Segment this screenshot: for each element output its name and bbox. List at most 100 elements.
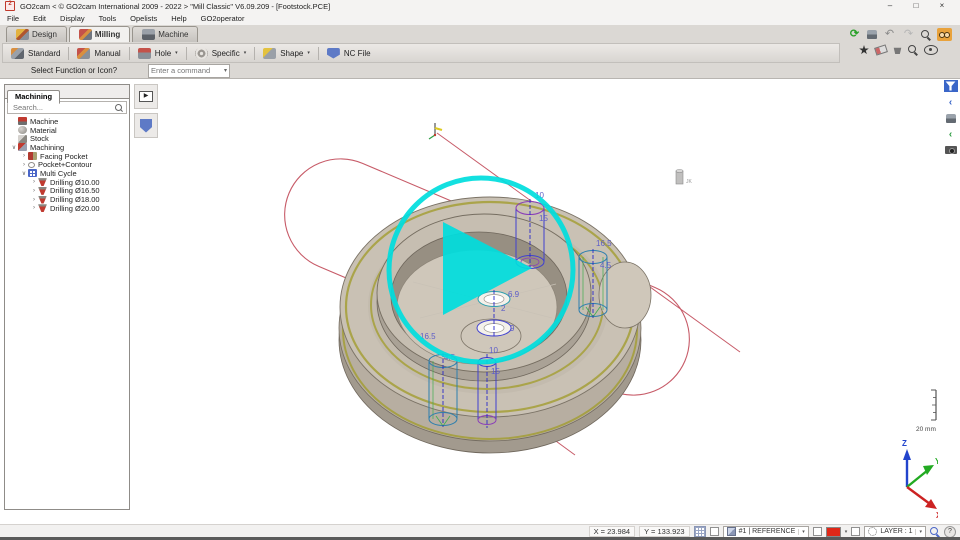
expand-arrow[interactable]: › xyxy=(30,205,38,211)
tree-label: Drilling Ø20.00 xyxy=(50,204,100,213)
color-dropdown-arrow[interactable]: ▾ xyxy=(845,529,848,535)
cutting-tool: JK xyxy=(676,170,693,186)
reference-dropdown-arrow[interactable]: ▾ xyxy=(798,529,805,535)
tree-item-machining[interactable]: ∨Machining xyxy=(5,143,129,152)
minimize-button[interactable]: – xyxy=(877,0,903,12)
dim-label: 4.5 xyxy=(600,261,612,270)
machining-icon xyxy=(18,143,27,151)
command-input[interactable] xyxy=(149,66,224,75)
expand-arrow[interactable]: › xyxy=(20,162,28,168)
expand-arrow[interactable]: › xyxy=(20,153,28,159)
color-swatch[interactable] xyxy=(826,527,841,537)
standard-button[interactable]: Standard xyxy=(3,45,68,61)
go2-glasses-icon[interactable] xyxy=(937,28,952,41)
color-checkbox[interactable] xyxy=(813,527,822,536)
menu-opelists[interactable]: Opelists xyxy=(129,14,158,23)
hole-button[interactable]: Hole ▾ xyxy=(130,45,186,61)
tree-item-pocket-contour[interactable]: › Pocket+Contour xyxy=(5,160,129,169)
zoom-window-icon[interactable] xyxy=(908,45,918,55)
pointer-tool-icon[interactable] xyxy=(867,30,877,39)
specific-dropdown-arrow[interactable]: ▾ xyxy=(244,50,247,56)
hand-tool-icon[interactable] xyxy=(946,114,956,123)
refresh-icon[interactable]: ⟳ xyxy=(848,28,861,41)
menu-bar: File Edit Display Tools Opelists Help GO… xyxy=(0,12,960,26)
tree-label: Pocket+Contour xyxy=(38,160,92,169)
status-bar: X = 23.984 Y = 133.923 #1 | REFERENCE ▾ … xyxy=(0,524,960,538)
nc-file-icon xyxy=(327,48,340,59)
grid-checkbox[interactable] xyxy=(710,527,719,536)
expand-arrow[interactable]: › xyxy=(30,179,38,185)
layer-checkbox[interactable] xyxy=(851,527,860,536)
tree-item-stock[interactable]: Stock xyxy=(5,134,129,143)
tab-design[interactable]: Design xyxy=(6,26,67,42)
tree-item-drilling-18[interactable]: › Drilling Ø18.00 xyxy=(5,195,129,204)
tree-label: Multi Cycle xyxy=(40,169,77,178)
help-button[interactable]: ? xyxy=(944,526,956,538)
dim-label: 10 xyxy=(489,346,498,355)
stock-icon xyxy=(18,135,27,143)
hide-elements-icon[interactable] xyxy=(859,45,869,55)
pocket-contour-icon xyxy=(28,162,35,168)
tree-item-machine[interactable]: Machine xyxy=(5,117,129,126)
hole-dropdown-arrow[interactable]: ▾ xyxy=(175,50,178,56)
zoom-icon[interactable] xyxy=(921,30,931,40)
collapse-blue-icon[interactable]: ‹ xyxy=(943,96,958,108)
tree-item-multi-cycle[interactable]: ∨ Multi Cycle xyxy=(5,169,129,178)
layer-dropdown-arrow[interactable]: ▾ xyxy=(915,529,922,535)
layer-value: LAYER : 1 xyxy=(880,528,912,535)
close-button[interactable]: × xyxy=(929,0,955,12)
manual-button[interactable]: Manual xyxy=(69,45,128,61)
machining-tree: Machine Material Stock ∨Machining › Facin… xyxy=(5,117,129,213)
menu-edit[interactable]: Edit xyxy=(32,14,47,23)
menu-tools[interactable]: Tools xyxy=(98,14,118,23)
machine-icon xyxy=(18,117,27,125)
command-dropdown-arrow[interactable]: ▾ xyxy=(224,67,229,74)
search-icon xyxy=(115,104,123,112)
specific-icon xyxy=(195,48,208,59)
command-combobox[interactable]: ▾ xyxy=(148,64,230,78)
tree-label: Drilling Ø10.00 xyxy=(50,178,100,187)
menu-go2operator[interactable]: GO2operator xyxy=(200,14,246,23)
tree-item-material[interactable]: Material xyxy=(5,126,129,135)
grid-icon[interactable] xyxy=(694,526,706,537)
paint-bucket-icon[interactable] xyxy=(893,46,902,54)
tab-machining-panel[interactable]: Machining xyxy=(7,90,60,104)
tree-label: Facing Pocket xyxy=(40,152,88,161)
maximize-button[interactable]: □ xyxy=(903,0,929,12)
menu-help[interactable]: Help xyxy=(170,14,187,23)
filter-icon[interactable] xyxy=(944,80,958,92)
reference-dropdown[interactable]: #1 | REFERENCE ▾ xyxy=(723,526,809,538)
eraser-icon[interactable] xyxy=(874,44,888,55)
tab-milling[interactable]: Milling xyxy=(69,26,130,42)
visibility-icon[interactable] xyxy=(924,45,938,55)
cursor-y-readout: Y = 133.923 xyxy=(639,526,690,537)
layer-dropdown[interactable]: LAYER : 1 ▾ xyxy=(864,526,926,538)
axis-x-label: X xyxy=(936,511,938,520)
menu-file[interactable]: File xyxy=(6,14,20,23)
tree-item-drilling-20[interactable]: › Drilling Ø20.00 xyxy=(5,204,129,213)
title-bar: 2 GO2cam < © GO2cam International 2009 -… xyxy=(0,0,960,12)
shape-dropdown-arrow[interactable]: ▾ xyxy=(307,50,310,56)
tree-item-facing-pocket[interactable]: › Facing Pocket xyxy=(5,152,129,161)
nc-file-button[interactable]: NC File xyxy=(319,45,379,61)
undo-icon[interactable]: ↶ xyxy=(883,28,896,41)
shape-button[interactable]: Shape ▾ xyxy=(255,45,318,61)
viewport-3d[interactable]: 10 15 16.5 4.5 6.9 2 9 xyxy=(128,78,938,525)
tree-item-drilling-16-5[interactable]: ›Drilling Ø16.50 xyxy=(5,187,129,196)
expand-arrow[interactable]: ∨ xyxy=(10,144,18,151)
tree-item-drilling-10[interactable]: › Drilling Ø10.00 xyxy=(5,178,129,187)
collapse-green-icon[interactable]: ‹ xyxy=(943,128,958,140)
expand-arrow[interactable]: › xyxy=(30,197,38,203)
zoom-status-icon[interactable] xyxy=(930,527,940,537)
camera-icon[interactable] xyxy=(945,146,957,154)
standard-label: Standard xyxy=(28,49,60,58)
tree-label: Drilling Ø18.00 xyxy=(50,195,100,204)
specific-button[interactable]: Specific ▾ xyxy=(187,45,255,61)
tab-machine[interactable]: Machine xyxy=(132,26,198,42)
tree-label: Machine xyxy=(30,117,58,126)
expand-arrow[interactable]: ∨ xyxy=(20,170,28,177)
menu-display[interactable]: Display xyxy=(59,14,86,23)
redo-icon[interactable]: ↷ xyxy=(902,28,915,41)
expand-arrow[interactable]: › xyxy=(30,188,38,194)
manual-label: Manual xyxy=(94,49,120,58)
